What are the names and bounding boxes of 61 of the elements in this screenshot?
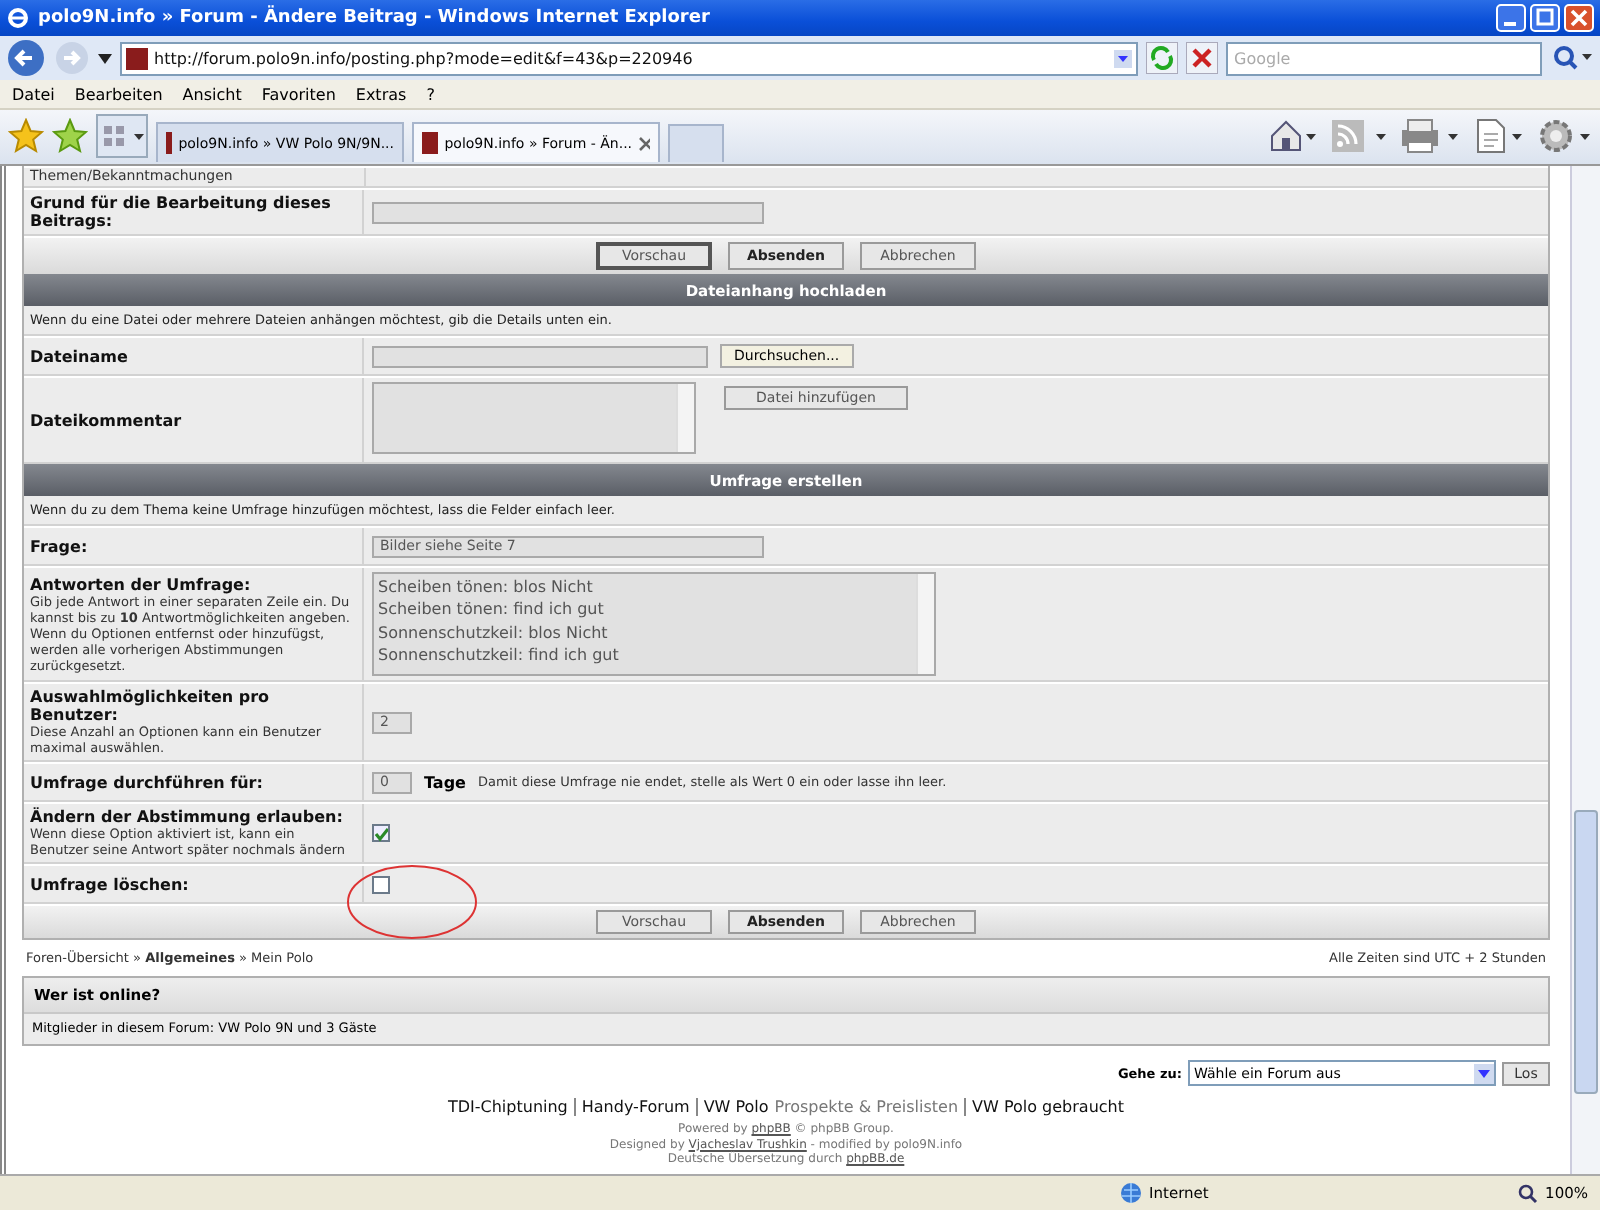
menu-item[interactable]: Ansicht (182, 85, 242, 103)
form-label: Ändern der Abstimmung erlauben: (30, 808, 343, 826)
search-icon[interactable] (1550, 42, 1594, 74)
file-input[interactable] (372, 345, 708, 367)
footer-link[interactable]: VW Polo (703, 1098, 769, 1116)
form-label: Antworten der Umfrage: (30, 575, 251, 593)
form-label: Dateiname (30, 347, 128, 365)
footer-link[interactable]: VW Polo gebraucht (972, 1098, 1124, 1116)
answer-line: Scheiben tönen: blos Nicht (378, 576, 595, 599)
reason-input[interactable] (372, 201, 764, 223)
form-label: Dateikommentar (30, 411, 182, 429)
maximize-icon[interactable] (1530, 4, 1560, 32)
printer-icon[interactable] (1400, 118, 1460, 154)
dropdown-arrow-icon[interactable] (1114, 49, 1132, 67)
menu-item[interactable]: Extras (355, 85, 407, 103)
form-label: Umfrage durchführen für: (30, 773, 263, 791)
window-title: polo9N.info » Forum - Ändere Beitrag - Windows Internet Explorer (38, 8, 712, 28)
answers-textarea[interactable]: Scheiben tönen: blos Nicht Scheiben tönen: find ich gut Sonnenschutzkeil: blos Nicht Sonnenschutzkeil: find ich gut (372, 572, 936, 676)
browser-logo-icon (6, 6, 30, 30)
menu-item[interactable]: Favoriten (261, 85, 336, 103)
page-icon[interactable] (1472, 118, 1524, 154)
add-favorite-icon[interactable] (52, 118, 88, 154)
site-favicon-icon (166, 132, 173, 154)
site-favicon-icon (422, 132, 439, 154)
unit-label: Tage (424, 773, 466, 791)
close-icon[interactable] (1564, 4, 1594, 32)
footer-link[interactable]: TDI-Chiptuning (447, 1098, 568, 1116)
annotation-circle (344, 862, 480, 942)
quick-tabs-icon[interactable] (96, 114, 148, 158)
answer-line: Sonnenschutzkeil: blos Nicht (378, 621, 610, 644)
zoom-icon[interactable] (1517, 1183, 1538, 1203)
checkbox[interactable] (372, 875, 390, 893)
form-label: Auswahlmöglichkeiten pro Benutzer: (30, 688, 272, 724)
form-label: Umfrage löschen: (30, 875, 189, 893)
scrollbar[interactable] (916, 574, 934, 674)
stop-icon[interactable] (1186, 42, 1218, 74)
footer-link[interactable]: Prospekte & Preislisten (774, 1098, 959, 1116)
menu-item[interactable]: ? (426, 85, 435, 103)
minimize-icon[interactable] (1496, 4, 1526, 32)
form-label: Grund für die Bearbeitung dieses Beitrags: (30, 194, 333, 230)
comment-textarea[interactable] (372, 382, 696, 454)
close-tab-icon[interactable] (638, 135, 650, 151)
back-icon[interactable] (6, 38, 46, 78)
footer-link[interactable]: Handy-Forum (581, 1098, 690, 1116)
dropdown-arrow-icon[interactable] (1474, 1063, 1494, 1083)
settings-icon[interactable] (1536, 118, 1592, 154)
scrollbar[interactable] (676, 384, 694, 452)
answer-line: Sonnenschutzkeil: find ich gut (378, 643, 619, 667)
refresh-icon[interactable] (1146, 42, 1178, 74)
globe-icon (1119, 1182, 1142, 1204)
address-field[interactable]: http://forum.polo9n.info/posting.php?mode=edit&f=43&p=220946 (120, 41, 1138, 75)
dropdown-arrow-icon[interactable] (98, 53, 112, 63)
checkbox[interactable] (372, 824, 390, 842)
menu-item[interactable]: Bearbeiten (74, 85, 163, 103)
home-icon[interactable] (1268, 118, 1316, 154)
site-favicon-icon (126, 47, 148, 69)
favorites-star-icon[interactable] (8, 118, 44, 154)
answer-line: Scheiben tönen: find ich gut (378, 598, 606, 622)
scrollbar[interactable] (1570, 166, 1600, 1174)
menu-item[interactable]: Datei (12, 85, 55, 103)
form-label: Frage: (30, 537, 88, 555)
